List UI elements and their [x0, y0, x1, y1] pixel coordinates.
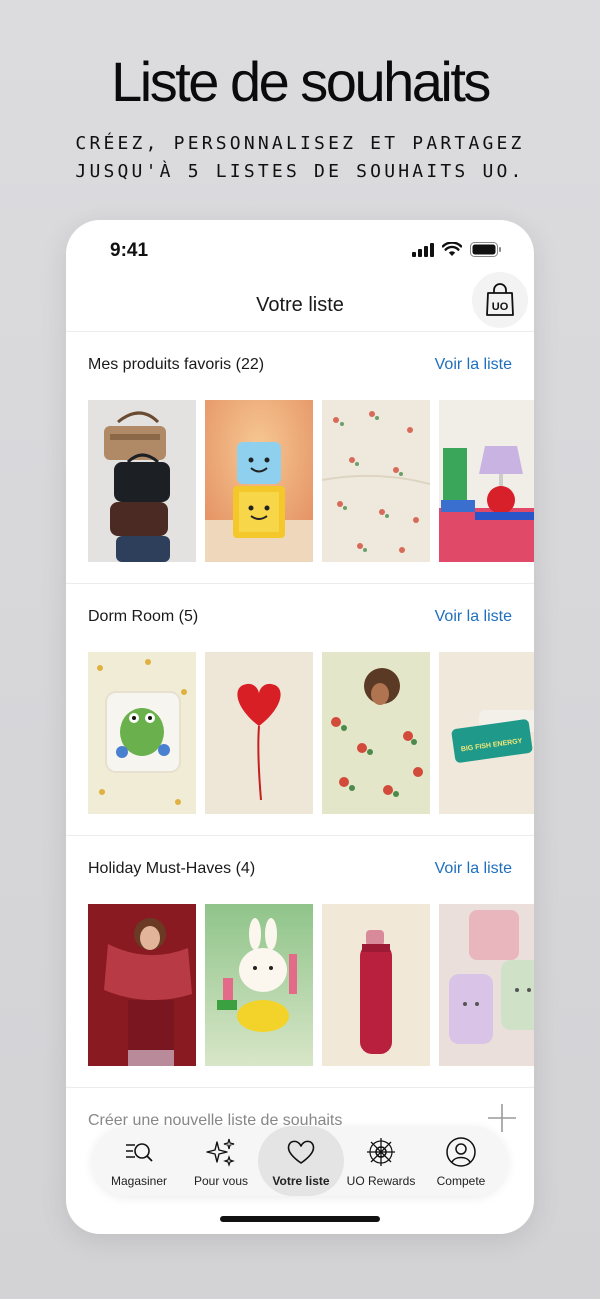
wishlist-section-dorm-room: Dorm Room (5) Voir la liste BIG FISH ENE…: [66, 584, 534, 836]
product-thumb-bags[interactable]: [88, 400, 196, 562]
product-thumb-red-scarf[interactable]: [88, 904, 196, 1066]
uo-bag-icon: UO: [486, 283, 514, 316]
svg-text:UO: UO: [492, 301, 509, 313]
promo-title: Liste de souhaits: [111, 50, 491, 113]
view-list-link[interactable]: Voir la liste: [435, 860, 512, 878]
nav-header: Votre liste UO: [66, 272, 534, 332]
thumbnail-row: [88, 400, 534, 562]
product-thumb-lamp[interactable]: [439, 400, 534, 562]
product-thumb-floral-bedding[interactable]: [322, 652, 430, 814]
product-thumb-bunny-bags[interactable]: [439, 904, 534, 1066]
shopping-bag-button[interactable]: UO: [472, 272, 528, 328]
page-title: Votre liste: [256, 294, 344, 316]
promo-subtitle-line-1: CRÉEZ, PERSONNALISEZ ET PARTAGEZ: [75, 133, 525, 154]
section-title: Dorm Room (5): [88, 608, 199, 625]
status-time: 9:41: [110, 240, 149, 261]
search-list-icon: [126, 1143, 153, 1162]
product-thumb-water-bottle[interactable]: [322, 904, 430, 1066]
tab-label: Compete: [436, 1174, 486, 1188]
section-title: Holiday Must-Haves (4): [88, 860, 256, 877]
promo-subtitle: CRÉEZ, PERSONNALISEZ ET PARTAGEZ JUSQU'À…: [0, 130, 600, 186]
product-thumb-floral-sheet[interactable]: [322, 400, 430, 562]
product-thumb-cube-toy[interactable]: [205, 400, 313, 562]
thumbnail-row: BIG FISH ENERGY: [88, 652, 534, 814]
phone-screen: 9:41 Votre liste UO Mes produits favoris…: [66, 220, 534, 1234]
product-thumb-frog-pillow[interactable]: [88, 652, 196, 814]
account-icon: [446, 1137, 476, 1167]
tab-bar: Magasiner Pour vous Votre liste UO Rewar: [92, 1126, 508, 1196]
product-thumb-heart-balloon[interactable]: [205, 652, 313, 814]
product-thumb-bunny-figure[interactable]: [205, 904, 313, 1066]
wishlist-section-favorites: Mes produits favoris (22) Voir la liste: [66, 332, 534, 584]
product-thumb-candle-tin[interactable]: BIG FISH ENERGY: [439, 652, 534, 814]
section-title: Mes produits favoris (22): [88, 356, 265, 373]
rewards-icon: [367, 1138, 395, 1166]
wifi-icon: [442, 242, 462, 256]
status-bar: 9:41: [66, 220, 534, 280]
tab-account[interactable]: Compete: [420, 1126, 502, 1196]
wishlist-section-holiday: Holiday Must-Haves (4) Voir la liste: [66, 836, 534, 1088]
view-list-link[interactable]: Voir la liste: [435, 608, 512, 626]
promo-subtitle-line-2: JUSQU'À 5 LISTES DE SOUHAITS UO.: [75, 161, 525, 182]
thumbnail-row: [88, 904, 534, 1066]
home-indicator: [220, 1216, 380, 1222]
signal-icon: [412, 242, 434, 257]
tab-shop[interactable]: Magasiner: [98, 1126, 180, 1196]
status-icons: [412, 242, 502, 257]
heart-icon: [287, 1140, 315, 1164]
view-list-link[interactable]: Voir la liste: [435, 356, 512, 374]
battery-icon: [470, 242, 501, 257]
sparkles-icon: [206, 1138, 235, 1167]
